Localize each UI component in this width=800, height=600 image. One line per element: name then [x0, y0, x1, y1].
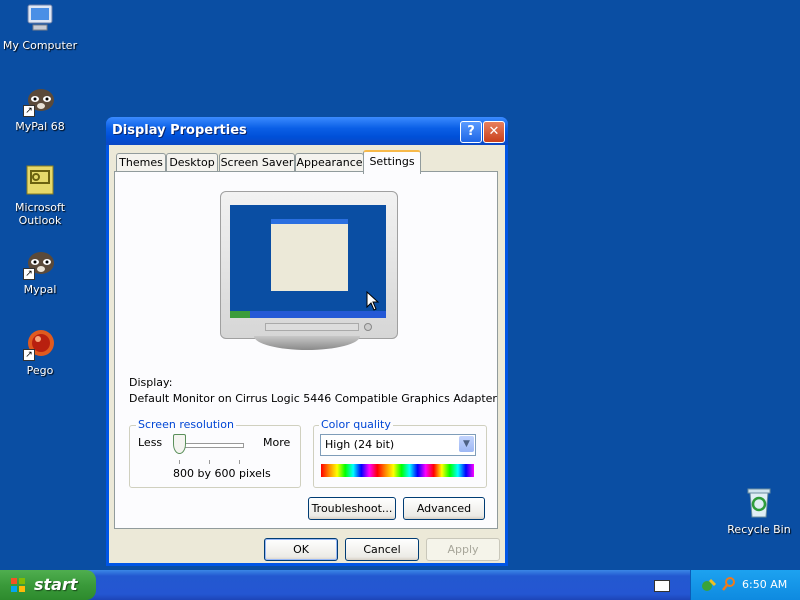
cancel-button[interactable]: Cancel [345, 538, 419, 561]
outlook-icon [23, 164, 57, 198]
windows-flag-icon [11, 578, 25, 592]
start-button[interactable]: start [0, 570, 96, 600]
desktop-icon-recycle-bin[interactable]: Recycle Bin [719, 486, 799, 536]
tab-appearance[interactable]: Appearance [295, 153, 364, 172]
pego-icon: ↗ [23, 327, 57, 361]
clock: 6:50 AM [742, 578, 788, 591]
network-icon[interactable] [701, 577, 717, 593]
desktop-icon-microsoft-outlook[interactable]: Microsoft Outlook [0, 164, 80, 227]
slider-tick [209, 460, 210, 464]
color-quality-select[interactable]: High (24 bit) ▼ [320, 434, 476, 456]
troubleshoot-button[interactable]: Troubleshoot... [308, 497, 396, 520]
color-quality-selected-value: High (24 bit) [325, 438, 395, 451]
tab-screen-saver[interactable]: Screen Saver [219, 153, 295, 172]
search-icon[interactable] [721, 576, 737, 592]
resolution-more-label: More [263, 436, 291, 449]
keyboard-icon[interactable] [654, 580, 670, 592]
monitor-power-led [364, 323, 372, 331]
monitor-preview [220, 191, 398, 339]
recycle-bin-icon [742, 486, 776, 520]
shortcut-arrow-icon: ↗ [23, 268, 35, 280]
desktop-icon-label: Microsoft Outlook [14, 201, 66, 227]
start-label: start [34, 575, 78, 594]
monitor-bezel-bar [265, 323, 359, 331]
apply-button[interactable]: Apply [426, 538, 500, 561]
raccoon-icon: ↗ [23, 246, 57, 280]
preview-start-button [230, 311, 250, 318]
slider-tick [239, 460, 240, 464]
desktop-icon-my-computer[interactable]: My Computer [0, 2, 80, 52]
desktop-icon-pego[interactable]: ↗ Pego [0, 327, 80, 377]
ok-button[interactable]: OK [264, 538, 338, 561]
tab-themes[interactable]: Themes [116, 153, 166, 172]
display-label: Display: [129, 376, 173, 389]
advanced-button[interactable]: Advanced [403, 497, 485, 520]
desktop-icon-label: MyPal 68 [15, 120, 65, 133]
color-quality-legend: Color quality [319, 418, 393, 431]
desktop-icon-label: Pego [26, 364, 54, 377]
resolution-value-text: 800 by 600 pixels [173, 467, 271, 480]
close-button[interactable]: ✕ [483, 121, 505, 143]
desktop-icon-label: Mypal [23, 283, 57, 296]
desktop-icon-label: My Computer [2, 39, 78, 52]
computer-icon [23, 2, 57, 36]
color-spectrum-preview [321, 464, 474, 477]
screen-resolution-legend: Screen resolution [136, 418, 236, 431]
shortcut-arrow-icon: ↗ [23, 349, 35, 361]
monitor-screen-preview [230, 205, 386, 318]
preview-window [271, 219, 348, 291]
help-button[interactable]: ? [460, 121, 482, 143]
shortcut-arrow-icon: ↗ [23, 105, 35, 117]
desktop-icon-label: Recycle Bin [727, 523, 791, 536]
resolution-slider-thumb[interactable] [173, 434, 186, 454]
display-adapter-text: Default Monitor on Cirrus Logic 5446 Com… [129, 392, 497, 405]
title-bar[interactable]: Display Properties ? ✕ [106, 117, 508, 145]
desktop-icon-mypal[interactable]: ↗ Mypal [0, 246, 80, 296]
desktop-icon-mypal-68[interactable]: ↗ MyPal 68 [0, 83, 80, 133]
resolution-less-label: Less [138, 436, 163, 449]
mouse-cursor-icon [366, 291, 380, 311]
chevron-down-icon[interactable]: ▼ [459, 436, 474, 452]
slider-tick [179, 460, 180, 464]
tab-settings[interactable]: Settings [363, 150, 421, 174]
window-title: Display Properties [112, 123, 247, 138]
tab-desktop[interactable]: Desktop [166, 153, 218, 172]
raccoon-icon: ↗ [23, 83, 57, 117]
preview-taskbar [230, 311, 386, 318]
taskbar [0, 570, 800, 600]
